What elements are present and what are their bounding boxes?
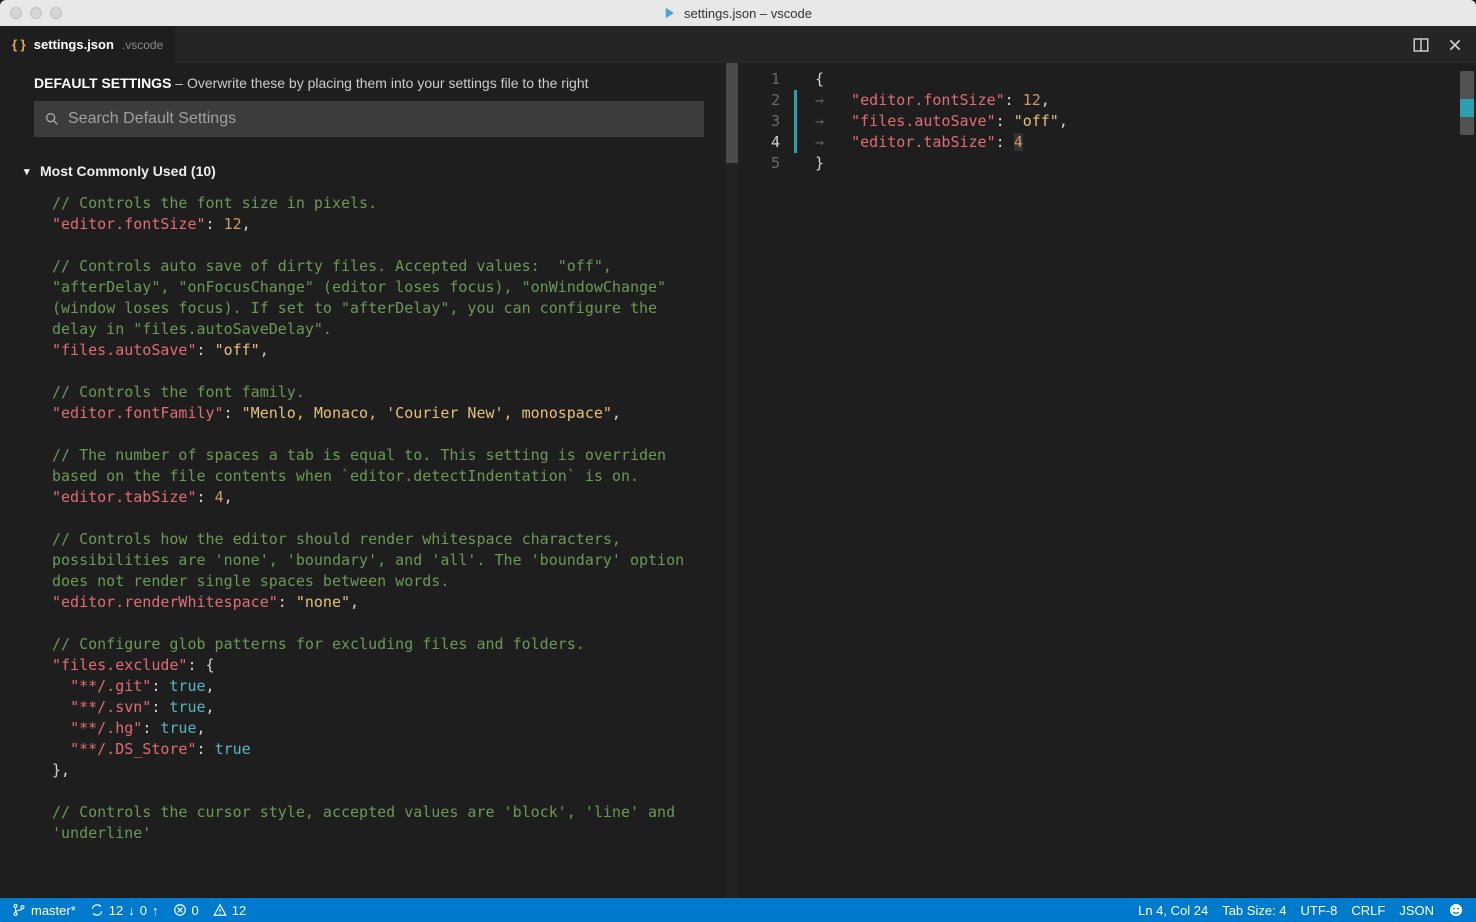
status-feedback[interactable] <box>1448 902 1464 918</box>
split-editor-icon[interactable] <box>1412 36 1430 54</box>
status-ln-col[interactable]: Ln 4, Col 24 <box>1138 903 1208 918</box>
tab-settings-json[interactable]: { } settings.json .vscode <box>0 26 175 63</box>
line-number-gutter: 12345 <box>738 69 794 174</box>
minimize-window-icon[interactable] <box>30 7 42 19</box>
git-branch-icon <box>12 903 26 917</box>
close-icon[interactable] <box>1448 38 1462 52</box>
search-default-settings[interactable] <box>34 101 704 137</box>
section-most-commonly-used[interactable]: Most Commonly Used (10) <box>0 149 738 187</box>
titlebar: settings.json – vscode <box>0 0 1476 26</box>
user-settings-editor[interactable]: 12345 {→ "editor.fontSize": 12,→ "files.… <box>738 63 1476 898</box>
status-sync[interactable]: 12↓ 0↑ <box>90 903 159 918</box>
status-warnings[interactable]: 12 <box>213 903 246 918</box>
status-language[interactable]: JSON <box>1399 903 1434 918</box>
status-git-branch[interactable]: master* <box>12 903 76 918</box>
search-icon <box>44 111 60 127</box>
status-errors[interactable]: 0 <box>173 903 199 918</box>
default-settings-pane: DEFAULT SETTINGS – Overwrite these by pl… <box>0 63 738 898</box>
error-icon <box>173 903 187 917</box>
status-bar: master* 12↓ 0↑ 0 12 Ln 4, Col 24 Tab Siz… <box>0 898 1476 922</box>
close-window-icon[interactable] <box>10 7 22 19</box>
scrollbar-thumb[interactable] <box>726 63 738 163</box>
zoom-window-icon[interactable] <box>50 7 62 19</box>
vscode-icon <box>664 6 678 20</box>
tab-filename: settings.json <box>34 37 114 52</box>
json-icon: { } <box>12 37 26 52</box>
default-settings-code[interactable]: // Controls the font size in pixels."edi… <box>0 187 738 856</box>
warning-icon <box>213 903 227 917</box>
smiley-icon <box>1448 902 1464 918</box>
default-settings-heading: DEFAULT SETTINGS – Overwrite these by pl… <box>0 63 738 101</box>
status-encoding[interactable]: UTF-8 <box>1301 903 1338 918</box>
search-input[interactable] <box>68 110 694 128</box>
scrollbar-left[interactable] <box>726 63 738 898</box>
scrollbar-right[interactable] <box>1460 71 1474 159</box>
tab-bar: { } settings.json .vscode <box>0 26 1476 63</box>
code-content[interactable]: {→ "editor.fontSize": 12,→ "files.autoSa… <box>797 69 1068 174</box>
overview-ruler-mark <box>1460 99 1474 117</box>
status-eol[interactable]: CRLF <box>1351 903 1385 918</box>
window-title: settings.json – vscode <box>0 6 1476 21</box>
tab-folder: .vscode <box>122 38 163 52</box>
sync-icon <box>90 903 104 917</box>
window-controls <box>10 7 62 19</box>
status-tab-size[interactable]: Tab Size: 4 <box>1222 903 1286 918</box>
